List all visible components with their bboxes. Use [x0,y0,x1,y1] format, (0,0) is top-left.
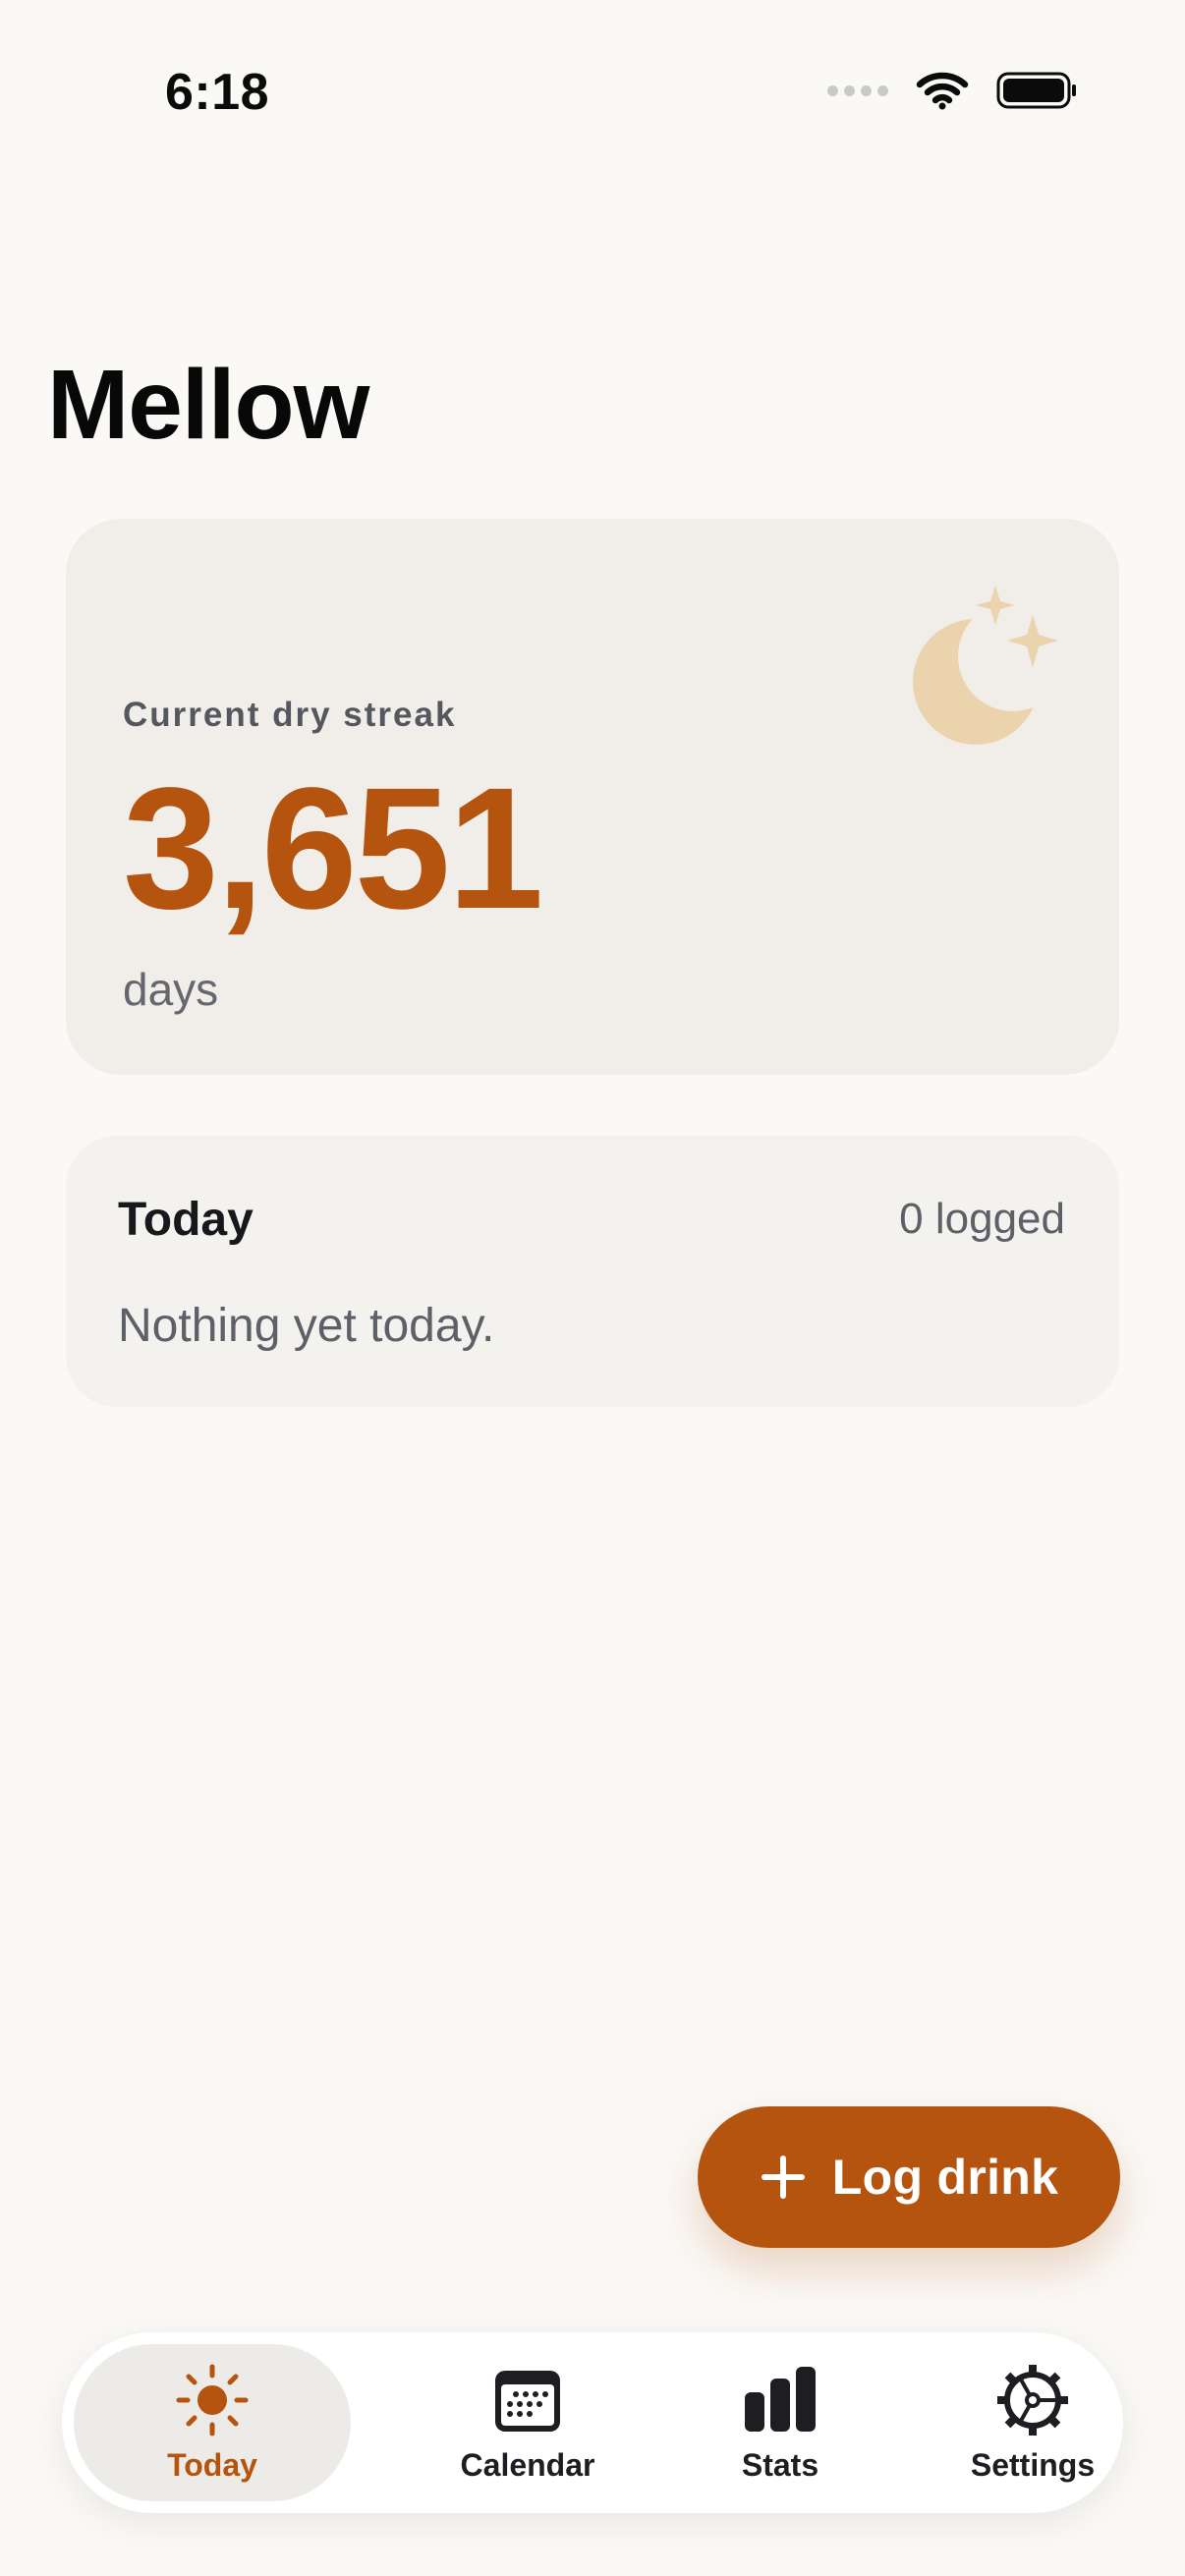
tab-today[interactable]: Today [74,2344,351,2501]
tab-bar: Today Calendar Stats Settings [62,2332,1123,2513]
calendar-icon [495,2370,560,2432]
sun-icon [176,2364,249,2436]
app-title: Mellow [47,350,369,460]
today-card[interactable]: Today 0 logged Nothing yet today. [66,1136,1119,1407]
tab-label: Today [167,2446,257,2483]
gear-icon [997,2364,1068,2436]
log-drink-button[interactable]: Log drink [698,2106,1120,2248]
tab-label: Stats [741,2446,819,2483]
tab-label: Settings [970,2446,1096,2483]
status-icons [827,71,1079,110]
status-time: 6:18 [165,64,270,121]
streak-unit: days [123,964,219,1015]
bar-chart-icon [745,2366,816,2432]
tab-stats[interactable]: Stats [654,2344,906,2501]
today-empty-message: Nothing yet today. [118,1300,495,1352]
streak-card: Current dry streak 3,651 days [66,519,1119,1075]
cellular-signal-icon [827,84,888,96]
plus-icon [761,2156,805,2199]
streak-label: Current dry streak [123,696,457,734]
battery-icon [996,72,1076,109]
tab-label: Calendar [460,2446,595,2483]
tab-settings[interactable]: Settings [907,2344,1158,2501]
today-count: 0 logged [899,1195,1065,1243]
tab-calendar[interactable]: Calendar [402,2344,653,2501]
today-title: Today [118,1194,254,1246]
log-drink-label: Log drink [831,2150,1059,2205]
streak-value: 3,651 [123,753,543,945]
moon-stars-icon [913,586,1068,745]
wifi-icon [916,72,969,110]
status-bar: 6:18 [0,0,1185,196]
